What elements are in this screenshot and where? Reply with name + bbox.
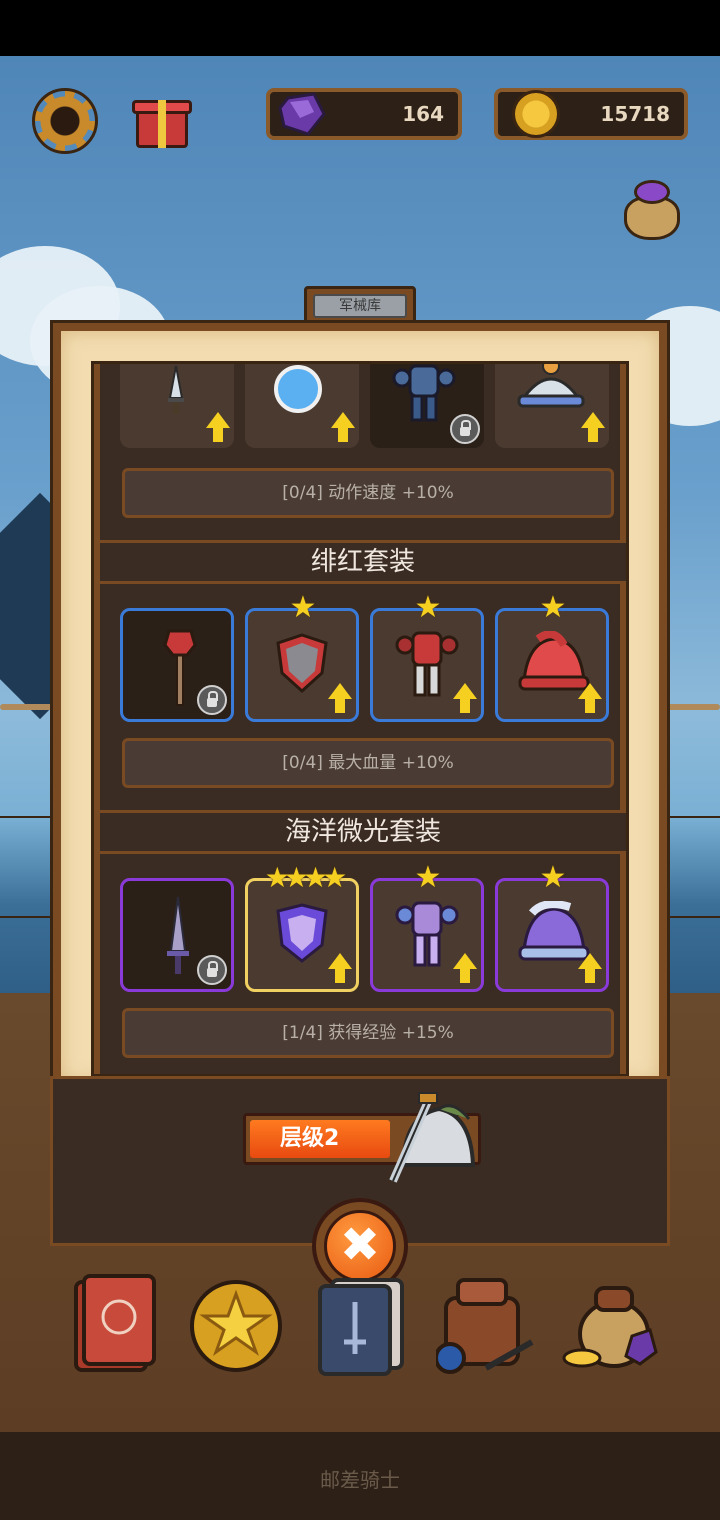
- set-header-crimson: 绯红套装: [100, 540, 626, 584]
- upgrade-arrow-icon: [453, 683, 477, 713]
- upgrade-arrow-icon: [453, 953, 477, 983]
- coin-count: 15718: [600, 102, 670, 126]
- armor-icon: [395, 631, 459, 697]
- star-icon: ★: [414, 860, 442, 895]
- lock-icon: [197, 955, 227, 985]
- footer-title: 邮差骑士: [320, 1468, 400, 1492]
- equipment-slot-ocean-armor[interactable]: ★: [370, 863, 484, 992]
- star-icon: ★: [539, 860, 567, 895]
- lock-icon: [450, 414, 480, 444]
- equipment-slot-ocean-sword-locked[interactable]: [120, 878, 234, 992]
- orb-icon: [274, 365, 322, 413]
- equipment-slot-crimson-shield[interactable]: ★: [245, 593, 359, 722]
- upgrade-arrow-icon: [328, 683, 352, 713]
- upgrade-arrow-icon: [331, 412, 355, 442]
- shield-icon: [276, 633, 328, 694]
- gem-icon: [278, 92, 326, 136]
- set-bonus-ocean: [1/4] 获得经验 +15%: [122, 1008, 614, 1058]
- star-icon: ★: [539, 590, 567, 625]
- equipment-slot-ocean-helmet[interactable]: ★: [495, 863, 609, 992]
- settings-gear-icon[interactable]: [32, 88, 98, 154]
- book-icon[interactable]: [64, 1272, 164, 1376]
- upgrade-arrow-icon: [581, 412, 605, 442]
- level-label: 层级2: [250, 1120, 390, 1158]
- armor-icon: [395, 901, 459, 967]
- coin-icon: [512, 90, 560, 138]
- star-icon: ★: [289, 590, 317, 625]
- gift-icon[interactable]: [132, 88, 192, 150]
- equipment-set-list[interactable]: [0/4] 动作速度 +10% 绯红套装 ★ ★ ★ [0/4] 最大血量 +1…: [91, 361, 629, 1077]
- equipment-slot-orb[interactable]: [245, 364, 359, 448]
- sword-icon: [167, 896, 189, 974]
- card-icon[interactable]: [312, 1272, 412, 1376]
- treasure-icon[interactable]: [562, 1272, 662, 1376]
- shield-icon: [276, 903, 328, 963]
- lock-icon: [197, 685, 227, 715]
- upgrade-arrow-icon: [578, 683, 602, 713]
- equipment-slot-hat[interactable]: [495, 364, 609, 448]
- equipment-slot-crimson-mace-locked[interactable]: [120, 608, 234, 722]
- gem-counter[interactable]: 164: [266, 88, 462, 140]
- equipment-slot-crimson-helmet[interactable]: ★: [495, 593, 609, 722]
- gem-count: 164: [402, 102, 444, 126]
- star-icon: ★★★★: [264, 861, 347, 894]
- armory-helmet-icon: [389, 1092, 476, 1183]
- equipment-slot-dagger[interactable]: [120, 364, 234, 448]
- panel-title: 军械库: [313, 294, 407, 318]
- mace-icon: [163, 629, 197, 706]
- equipment-slot-crimson-armor[interactable]: ★: [370, 593, 484, 722]
- hat-icon: [517, 364, 585, 408]
- set-bonus-crimson: [0/4] 最大血量 +10%: [122, 738, 614, 788]
- set-header-ocean: 海洋微光套装: [100, 810, 626, 854]
- status-bar: [0, 0, 720, 56]
- star-icon: ★: [414, 590, 442, 625]
- coin-counter[interactable]: 15718: [494, 88, 688, 140]
- equipment-slot-armor-locked[interactable]: [370, 364, 484, 448]
- upgrade-arrow-icon: [578, 953, 602, 983]
- equipment-slot-ocean-shield[interactable]: ★★★★: [245, 863, 359, 992]
- armor-icon: [392, 364, 456, 422]
- upgrade-arrow-icon: [328, 953, 352, 983]
- armory-panel: [0/4] 动作速度 +10% 绯红套装 ★ ★ ★ [0/4] 最大血量 +1…: [50, 320, 670, 1081]
- set-bonus-0: [0/4] 动作速度 +10%: [122, 468, 614, 518]
- treasure-bag-icon[interactable]: [622, 178, 684, 244]
- dagger-icon: [168, 365, 184, 414]
- quest-coin-icon[interactable]: [186, 1272, 286, 1376]
- upgrade-arrow-icon: [206, 412, 230, 442]
- backpack-icon[interactable]: [436, 1272, 536, 1376]
